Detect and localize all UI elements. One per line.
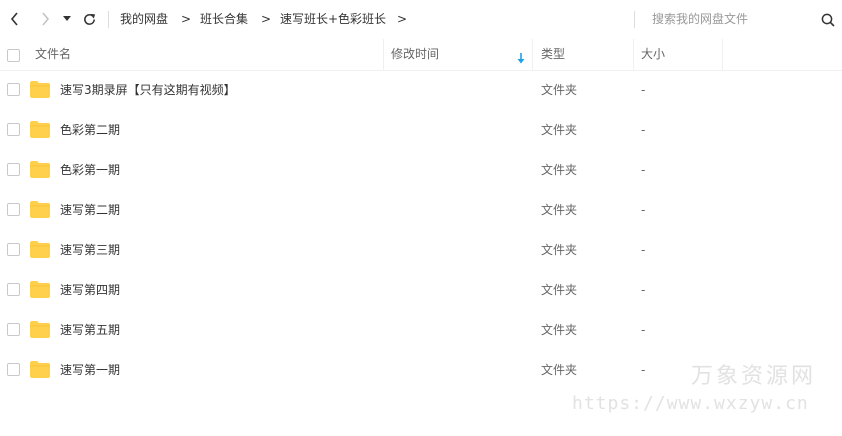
breadcrumb-separator: > — [261, 12, 272, 26]
row-checkbox[interactable] — [7, 283, 20, 296]
file-row[interactable]: 速写第三期 文件夹 - — [0, 230, 842, 270]
file-name[interactable]: 速写第四期 — [60, 281, 120, 299]
file-row[interactable]: 色彩第一期 文件夹 - — [0, 150, 842, 190]
file-size: - — [641, 123, 646, 137]
file-type: 文件夹 — [541, 83, 578, 97]
caret-down-icon — [63, 16, 71, 21]
file-name[interactable]: 速写第五期 — [60, 321, 120, 339]
row-checkbox[interactable] — [7, 243, 20, 256]
file-size: - — [641, 363, 646, 377]
search-divider — [634, 11, 635, 28]
file-name[interactable]: 速写3期录屏【只有这期有视频】 — [60, 81, 236, 99]
file-size: - — [641, 203, 646, 217]
arrow-down-icon — [517, 53, 525, 64]
search-icon — [821, 13, 835, 27]
watermark-url: https://www.wxzyw.cn — [572, 393, 809, 414]
file-name[interactable]: 速写第二期 — [60, 201, 120, 219]
column-divider — [383, 39, 384, 70]
file-type: 文件夹 — [541, 243, 578, 257]
folder-icon — [30, 361, 50, 378]
file-size: - — [641, 163, 646, 177]
breadcrumb-separator: > — [181, 12, 192, 26]
history-dropdown-button[interactable] — [60, 8, 74, 30]
column-header-modified[interactable]: 修改时间 — [391, 39, 439, 70]
folder-icon — [30, 241, 50, 258]
breadcrumb-item-collection[interactable]: 班长合集 — [200, 10, 248, 28]
file-type: 文件夹 — [541, 203, 578, 217]
file-type: 文件夹 — [541, 123, 578, 137]
file-row[interactable]: 速写第五期 文件夹 - — [0, 310, 842, 350]
column-header-name[interactable]: 文件名 — [35, 39, 71, 70]
folder-icon — [30, 201, 50, 218]
folder-icon — [30, 321, 50, 338]
row-checkbox[interactable] — [7, 323, 20, 336]
folder-icon — [30, 81, 50, 98]
column-header-type[interactable]: 类型 — [541, 39, 565, 70]
select-all-checkbox[interactable] — [7, 49, 20, 62]
file-size: - — [641, 243, 646, 257]
column-divider — [532, 39, 533, 70]
file-type: 文件夹 — [541, 163, 578, 177]
file-name[interactable]: 速写第一期 — [60, 361, 120, 379]
breadcrumb-item-current[interactable]: 速写班长+色彩班长 — [280, 10, 386, 28]
row-checkbox[interactable] — [7, 363, 20, 376]
file-name[interactable]: 色彩第一期 — [60, 161, 120, 179]
refresh-icon — [83, 13, 95, 25]
forward-button[interactable] — [36, 8, 54, 30]
column-header-size[interactable]: 大小 — [641, 39, 665, 70]
chevron-left-icon — [10, 12, 18, 26]
file-row[interactable]: 速写3期录屏【只有这期有视频】 文件夹 - — [0, 70, 842, 110]
folder-icon — [30, 121, 50, 138]
file-type: 文件夹 — [541, 363, 578, 377]
row-checkbox[interactable] — [7, 83, 20, 96]
file-row[interactable]: 速写第二期 文件夹 - — [0, 190, 842, 230]
file-name[interactable]: 色彩第二期 — [60, 121, 120, 139]
row-checkbox[interactable] — [7, 163, 20, 176]
breadcrumb-separator: > — [397, 12, 408, 26]
search-button[interactable] — [821, 12, 835, 31]
column-divider — [722, 39, 723, 70]
file-row[interactable]: 速写第四期 文件夹 - — [0, 270, 842, 310]
file-manager-window: 我的网盘 > 班长合集 > 速写班长+色彩班长 > 文件名 修改时间 类型 大小 — [0, 0, 842, 436]
file-size: - — [641, 323, 646, 337]
row-checkbox[interactable] — [7, 203, 20, 216]
file-name[interactable]: 速写第三期 — [60, 241, 120, 259]
search-input[interactable] — [644, 9, 820, 29]
file-type: 文件夹 — [541, 283, 578, 297]
file-row[interactable]: 色彩第二期 文件夹 - — [0, 110, 842, 150]
file-size: - — [641, 83, 646, 97]
back-button[interactable] — [6, 8, 24, 30]
refresh-button[interactable] — [78, 8, 100, 30]
file-type: 文件夹 — [541, 323, 578, 337]
column-divider — [633, 39, 634, 70]
watermark-title: 万象资源网 — [691, 364, 817, 389]
navigation-bar: 我的网盘 > 班长合集 > 速写班长+色彩班长 > — [0, 0, 842, 38]
sort-indicator[interactable] — [517, 49, 525, 68]
row-checkbox[interactable] — [7, 123, 20, 136]
nav-divider — [108, 11, 109, 28]
breadcrumb-item-root[interactable]: 我的网盘 — [120, 10, 168, 28]
folder-icon — [30, 161, 50, 178]
file-list-header: 文件名 修改时间 类型 大小 — [0, 39, 842, 71]
chevron-right-icon — [42, 12, 50, 26]
file-size: - — [641, 283, 646, 297]
folder-icon — [30, 281, 50, 298]
